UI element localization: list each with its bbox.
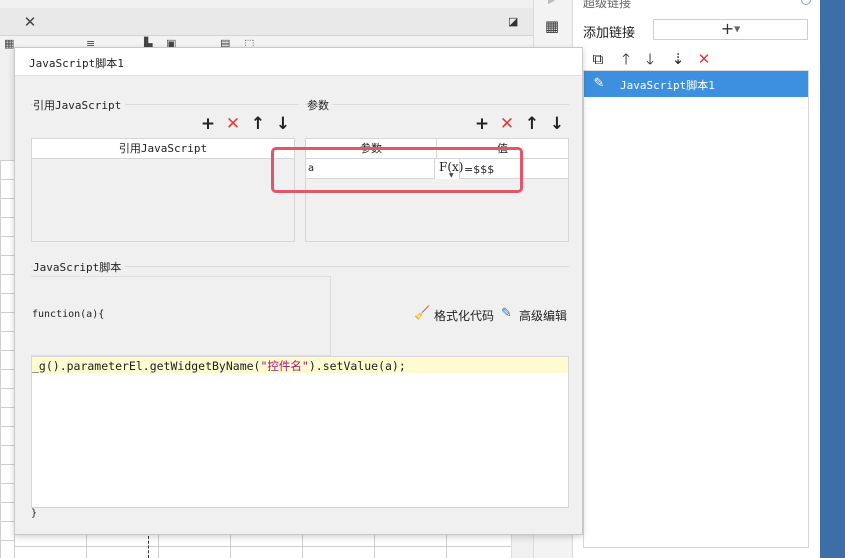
dialog-title: JavaScript脚本1 (29, 57, 124, 70)
annotation-highlight-box (271, 147, 523, 193)
hyperlink-panel: 超级链接 添加链接 +▼ ⧉ 🡑 🡓 ⇣ ✕ ✎ JavaScript脚本1 (573, 0, 820, 558)
format-code-button[interactable]: 格式化代码 (434, 307, 494, 324)
delete-reference-button[interactable]: ✕ (224, 115, 242, 133)
pencil-icon: ✎ (593, 76, 605, 91)
javascript-dialog: JavaScript脚本1 引用JavaScript + ✕ ↑ ↓ 引用Jav… (14, 47, 583, 535)
broom-icon: 🧹 (414, 306, 431, 321)
add-link-label: 添加链接 (583, 26, 636, 41)
panel-title: 超级链接 (583, 0, 632, 10)
list-item[interactable]: ✎ JavaScript脚本1 (584, 71, 808, 97)
section-divider (305, 104, 569, 105)
move-up-reference-button[interactable]: ↑ (249, 115, 267, 133)
delete-x-icon[interactable]: ✕ (695, 49, 713, 69)
window-edge-band (820, 0, 845, 558)
editor-tab-bar: ✕ ◪ (0, 8, 533, 36)
references-column-header: 引用JavaScript (32, 139, 294, 159)
help-icon[interactable] (801, 0, 811, 5)
add-param-button[interactable]: + (473, 115, 491, 133)
move-down-param-button[interactable]: ↓ (548, 115, 566, 133)
script-section-label: JavaScript脚本 (33, 259, 126, 275)
move-bottom-icon[interactable]: ⇣ (669, 49, 687, 69)
code-text: _g().parameterEl.getWidgetByName("控件名").… (32, 358, 406, 374)
code-prefix: _g().parameterEl.getWidgetByName( (32, 359, 261, 373)
function-open-text: function(a){ (32, 309, 105, 320)
params-section-label: 参数 (307, 97, 333, 113)
delete-param-button[interactable]: ✕ (498, 115, 516, 133)
copy-icon[interactable]: ⧉ (589, 49, 607, 69)
table-icon[interactable]: ▦ (4, 38, 14, 49)
move-up-param-button[interactable]: ↑ (523, 115, 541, 133)
function-close-text: } (31, 508, 38, 519)
arrow-up-icon[interactable]: 🡑 (617, 49, 635, 69)
worksheet-grid-bottom (14, 534, 511, 558)
move-down-reference-button[interactable]: ↓ (274, 115, 292, 133)
code-string: "控件名" (260, 359, 309, 373)
chevron-down-icon: ▼ (734, 24, 741, 34)
references-section-label: 引用JavaScript (33, 97, 126, 113)
references-table[interactable]: 引用JavaScript (31, 138, 295, 242)
collapse-arrow-icon[interactable]: ▶ (548, 0, 555, 6)
widget-layout-icon[interactable]: ▦ (542, 16, 562, 36)
plus-icon: + (720, 19, 735, 38)
code-line: _g().parameterEl.getWidgetByName("控件名").… (32, 357, 568, 373)
link-list: ✎ JavaScript脚本1 (583, 70, 809, 548)
arrow-down-icon[interactable]: 🡓 (641, 49, 659, 69)
dialog-titlebar: JavaScript脚本1 (15, 48, 582, 76)
code-editor[interactable]: _g().parameterEl.getWidgetByName("控件名").… (31, 356, 569, 508)
worksheet-grid-left (0, 160, 14, 558)
edit-icon: ✎ (501, 306, 512, 321)
page-break-line (148, 536, 149, 558)
close-icon[interactable]: ✕ (22, 14, 38, 30)
add-reference-button[interactable]: + (199, 115, 217, 133)
add-link-dropdown[interactable]: +▼ (653, 19, 808, 40)
dock-menu-icon[interactable]: ◪ (508, 15, 522, 29)
advanced-edit-button[interactable]: 高级编辑 (519, 307, 567, 324)
code-suffix: ).setValue(a); (308, 359, 406, 373)
list-item-label: JavaScript脚本1 (620, 79, 715, 92)
